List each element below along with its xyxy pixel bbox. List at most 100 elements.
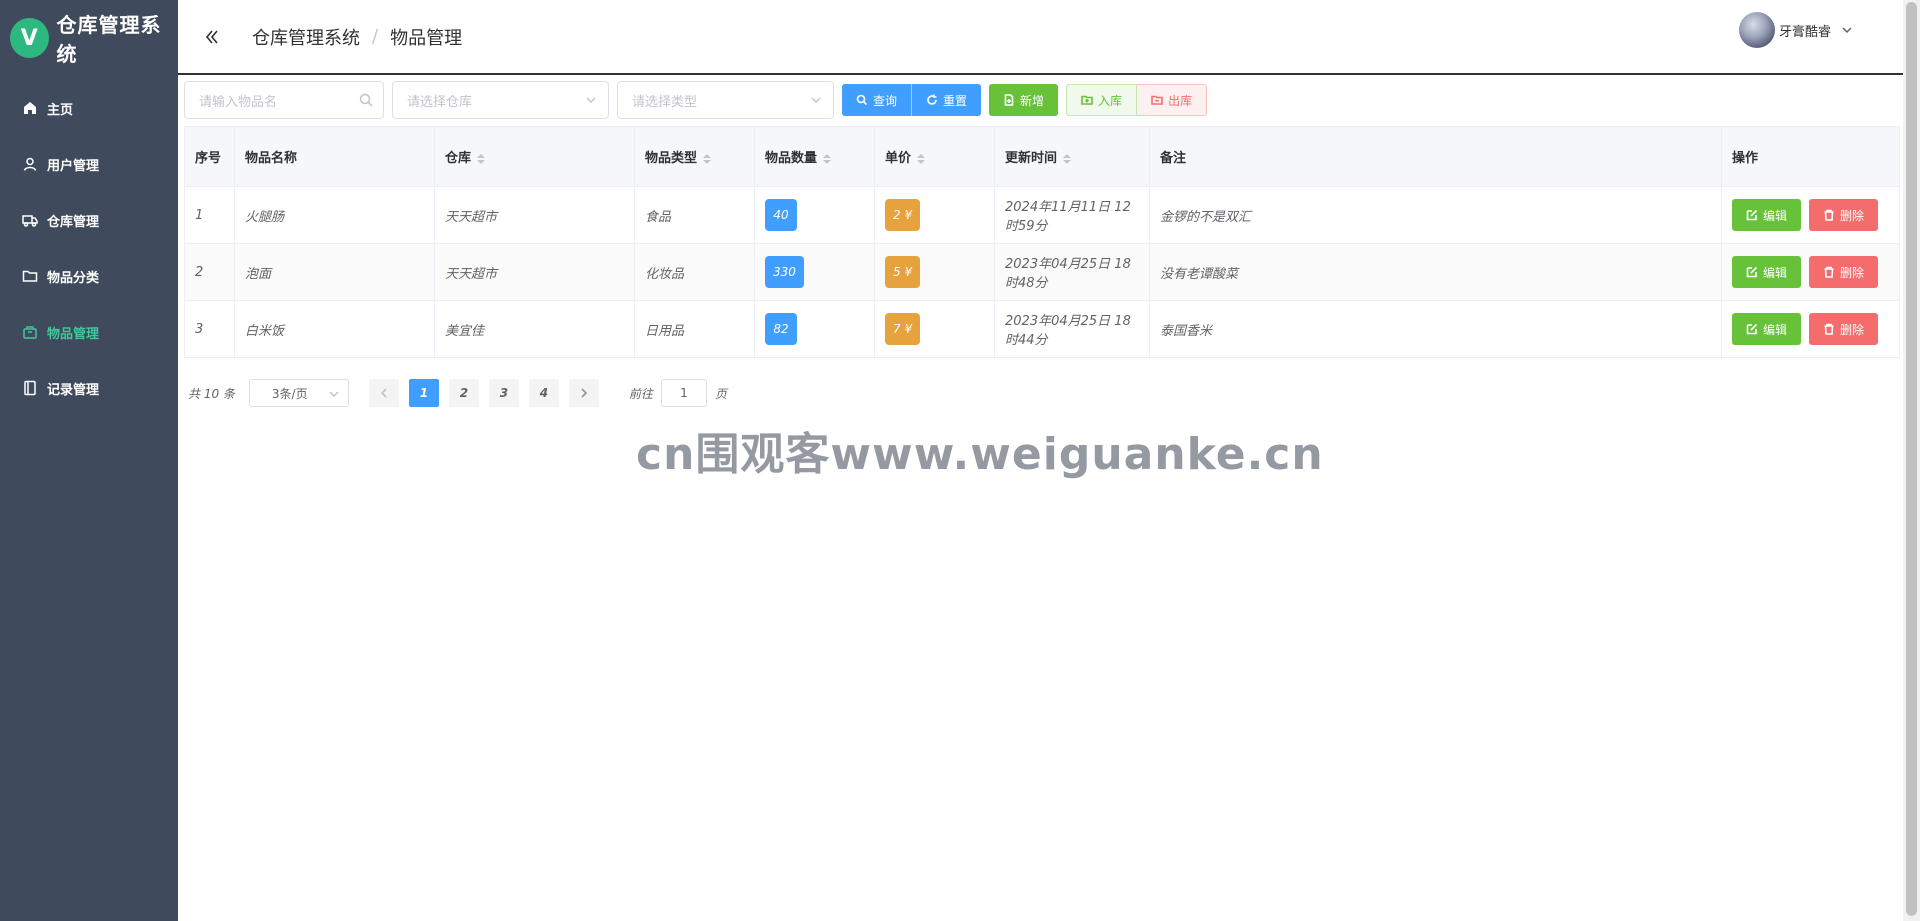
add-button[interactable]: 新增: [989, 84, 1059, 116]
table-row: 2 泡面 天天超市 化妆品 330 5 ¥ 2023年04月25日 18时48分…: [184, 243, 1900, 301]
col-header-price[interactable]: 单价: [874, 126, 995, 187]
col-header-qty[interactable]: 物品数量: [754, 126, 875, 187]
cell-qty: 82: [754, 300, 875, 358]
page-2-button[interactable]: 2: [448, 379, 479, 407]
delete-button[interactable]: 删除: [1809, 256, 1879, 288]
chevron-left-icon: [380, 388, 387, 398]
chevron-down-icon: [584, 93, 598, 107]
cell-no: 1: [184, 186, 235, 244]
stock-group: 入库 出库: [1066, 84, 1208, 116]
user-menu[interactable]: 牙膏酷睿: [1738, 12, 1853, 48]
sort-icon[interactable]: [703, 153, 712, 164]
delete-button[interactable]: 删除: [1809, 199, 1879, 231]
sidebar-item-goods[interactable]: 物品管理: [0, 304, 178, 360]
cell-type: 食品: [634, 186, 755, 244]
watermark: cn围观客www.weiguanke.cn: [636, 429, 1324, 480]
cell-updated: 2024年11月11日 12时59分: [994, 186, 1150, 244]
sidebar: V 仓库管理系统 主页 用户管理 仓库管理 物品分类 物品管理 记录管理: [0, 0, 178, 921]
edit-button[interactable]: 编辑: [1732, 313, 1802, 345]
table-row: 1 火腿肠 天天超市 食品 40 2 ¥ 2024年11月11日 12时59分 …: [184, 186, 1900, 244]
page-size-select[interactable]: 3条/页: [248, 379, 349, 407]
chevron-down-icon: [328, 388, 340, 400]
notebook-icon: [22, 380, 38, 396]
col-header-updated[interactable]: 更新时间: [994, 126, 1150, 187]
page-3-button[interactable]: 3: [488, 379, 519, 407]
sidebar-item-label: 主页: [47, 102, 74, 118]
breadcrumb-current: 物品管理: [390, 27, 463, 49]
stock-out-label: 出库: [1168, 93, 1193, 108]
cell-price: 5 ¥: [874, 243, 995, 301]
sidebar-item-users[interactable]: 用户管理: [0, 136, 178, 192]
edit-button[interactable]: 编辑: [1732, 256, 1802, 288]
reset-label: 重置: [943, 93, 968, 108]
type-select[interactable]: 请选择类型: [617, 81, 834, 119]
reset-button[interactable]: 重置: [911, 84, 982, 116]
cell-qty: 330: [754, 243, 875, 301]
cell-updated: 2023年04月25日 18时48分: [994, 243, 1150, 301]
add-label: 新增: [1020, 93, 1045, 108]
cell-type: 化妆品: [634, 243, 755, 301]
goods-name-search-input[interactable]: 请输入物品名: [184, 81, 384, 119]
sort-icon[interactable]: [477, 153, 486, 164]
avatar[interactable]: [1738, 12, 1775, 48]
app-logo[interactable]: V 仓库管理系统: [0, 0, 178, 76]
pagination: 共 10 条 3条/页 1 2 3 4 前往 1 页: [188, 379, 727, 407]
col-header-warehouse[interactable]: 仓库: [434, 126, 635, 187]
stock-out-button[interactable]: 出库: [1137, 84, 1208, 116]
breadcrumb-separator: /: [372, 26, 379, 47]
edit-icon: [1746, 209, 1758, 221]
cell-actions: 编辑 删除: [1721, 243, 1900, 301]
price-tag: 5 ¥: [885, 256, 921, 288]
sort-icon[interactable]: [917, 153, 926, 164]
document-add-icon: [1004, 94, 1014, 106]
page-1-button[interactable]: 1: [408, 379, 439, 407]
warehouse-select[interactable]: 请选择仓库: [392, 81, 609, 119]
cell-name: 火腿肠: [234, 186, 435, 244]
stock-in-label: 入库: [1098, 93, 1123, 108]
col-header-no: 序号: [184, 126, 235, 187]
stock-in-button[interactable]: 入库: [1066, 84, 1138, 116]
cell-actions: 编辑 删除: [1721, 186, 1900, 244]
delete-button[interactable]: 删除: [1809, 313, 1879, 345]
goto-suffix: 页: [714, 386, 727, 401]
page-scrollbar[interactable]: [1903, 0, 1920, 921]
query-label: 查询: [873, 93, 898, 108]
query-button[interactable]: 查询: [842, 84, 912, 116]
edit-icon: [1746, 266, 1758, 278]
col-header-type[interactable]: 物品类型: [634, 126, 755, 187]
goto-page-input[interactable]: 1: [660, 379, 707, 407]
sidebar-item-label: 物品管理: [47, 326, 100, 342]
sidebar-item-home[interactable]: 主页: [0, 80, 178, 136]
breadcrumb-root[interactable]: 仓库管理系统: [252, 24, 360, 50]
next-page-button[interactable]: [568, 379, 599, 407]
app-title: 仓库管理系统: [56, 13, 162, 66]
prev-page-button[interactable]: [368, 379, 399, 407]
folder-add-icon: [1081, 95, 1093, 105]
refresh-icon: [927, 94, 937, 105]
sidebar-item-label: 记录管理: [47, 382, 100, 398]
sidebar-item-records[interactable]: 记录管理: [0, 360, 178, 416]
cell-name: 白米饭: [234, 300, 435, 358]
chevron-down-icon: [809, 93, 823, 107]
sort-icon[interactable]: [1063, 153, 1072, 164]
cell-updated: 2023年04月25日 18时44分: [994, 300, 1150, 358]
cell-type: 日用品: [634, 300, 755, 358]
cell-name: 泡面: [234, 243, 435, 301]
type-placeholder: 请选择类型: [632, 94, 698, 110]
search-placeholder: 请输入物品名: [199, 94, 278, 110]
sort-icon[interactable]: [823, 153, 832, 164]
sidebar-item-categories[interactable]: 物品分类: [0, 248, 178, 304]
edit-button[interactable]: 编辑: [1732, 199, 1802, 231]
breadcrumb: 仓库管理系统 / 物品管理: [252, 24, 462, 50]
scrollbar-thumb[interactable]: [1906, 2, 1917, 916]
sidebar-item-warehouses[interactable]: 仓库管理: [0, 192, 178, 248]
user-name: 牙膏酷睿: [1778, 24, 1831, 40]
col-header-name: 物品名称: [234, 126, 435, 187]
cell-remark: 金锣的不是双汇: [1149, 186, 1722, 244]
table-header-row: 序号 物品名称 仓库 物品类型 物品数量 单价 更新时间 备注 操作: [184, 126, 1900, 187]
table-row: 3 白米饭 美宜佳 日用品 82 7 ¥ 2023年04月25日 18时44分 …: [184, 300, 1900, 358]
page-4-button[interactable]: 4: [528, 379, 559, 407]
collapse-sidebar-button[interactable]: [202, 27, 222, 47]
cell-no: 2: [184, 243, 235, 301]
double-chevron-left-icon: [205, 29, 218, 44]
